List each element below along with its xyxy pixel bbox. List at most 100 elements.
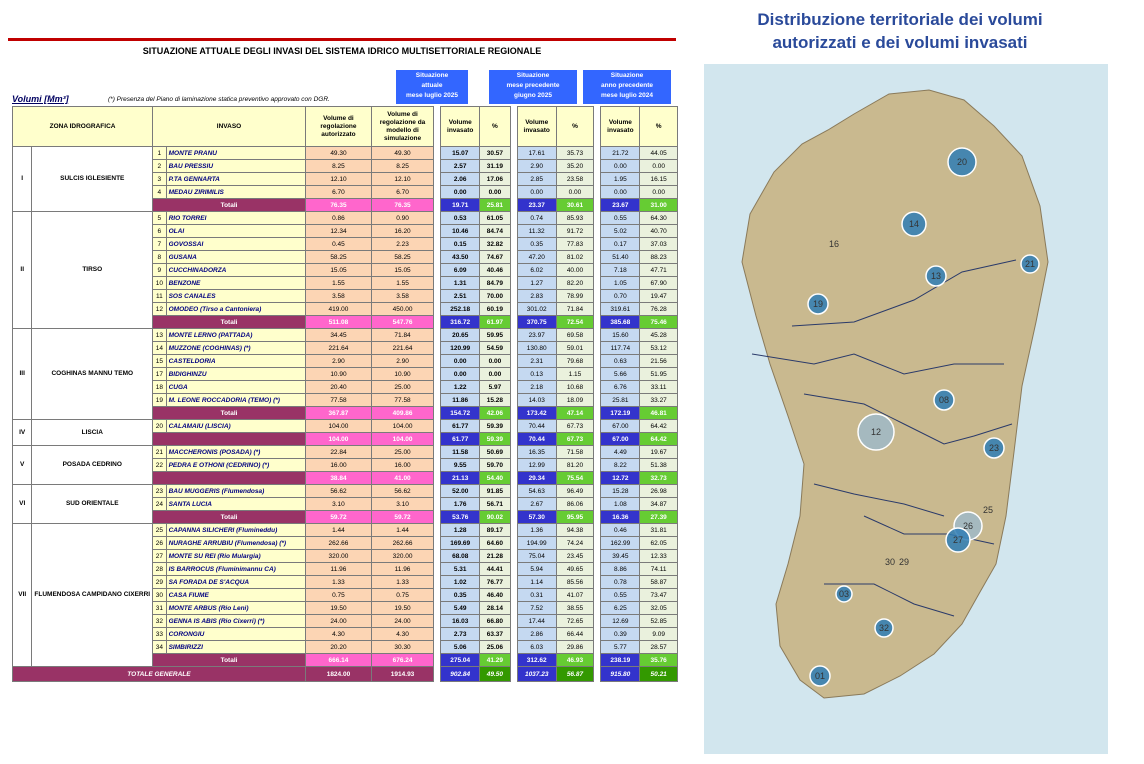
reservoir-index: 34 [152, 640, 167, 654]
current-pct: 28.14 [479, 601, 511, 615]
table-row: I SULCIS IGLESIENTE 1 MONTE PRANU 49.30 49.30… [11, 146, 678, 212]
prev-year-volume: 51.40 [600, 250, 641, 264]
marker-label: 16 [829, 239, 839, 249]
current-pct: 21.28 [479, 549, 511, 563]
current-volume: 16.03 [440, 614, 481, 628]
current-volume: 2.06 [440, 172, 481, 186]
model-volume: 16.20 [370, 224, 435, 238]
current-volume: 10.46 [440, 224, 481, 238]
current-volume: 11.86 [440, 393, 481, 407]
total-prev-year-volume: 12.72 [600, 471, 641, 485]
reservoir-index: 12 [152, 302, 167, 316]
grand-total-prev-month-volume: 1037.23 [516, 666, 557, 682]
total-prev-month-pct: 72.54 [555, 315, 595, 329]
auth-volume: 49.30 [304, 146, 373, 160]
reservoir-name: SANTA LUCIA [165, 497, 306, 511]
total-prev-month-pct: 95.95 [555, 510, 595, 524]
total-model: 547.76 [370, 315, 435, 329]
total-current-pct: 42.06 [479, 406, 511, 420]
current-pct: 70.00 [479, 289, 511, 303]
prev-year-pct: 51.38 [639, 458, 678, 472]
prev-month-volume: 2.85 [516, 172, 557, 186]
prev-year-pct: 33.11 [639, 380, 678, 394]
auth-volume: 0.45 [304, 237, 373, 251]
unit-label: Volumi [Mm³] [12, 94, 69, 104]
total-label: Totali [152, 198, 306, 212]
grand-total-model: 1914.93 [370, 666, 435, 682]
prev-year-volume: 117.74 [600, 341, 641, 355]
prev-month-volume: 2.31 [516, 354, 557, 368]
total-auth: 76.35 [304, 198, 373, 212]
total-auth: 367.87 [304, 406, 373, 420]
total-auth: 38.84 [304, 471, 373, 485]
total-current-pct: 54.40 [479, 471, 511, 485]
prev-month-pct: 29.86 [555, 640, 595, 654]
current-volume: 2.73 [440, 627, 481, 641]
prev-year-pct: 47.71 [639, 263, 678, 277]
current-pct: 44.41 [479, 562, 511, 576]
auth-volume: 221.64 [304, 341, 373, 355]
current-pct: 56.71 [479, 497, 511, 511]
reservoir-name: MONTE ARBUS (Rio Leni) [165, 601, 306, 615]
prev-year-volume: 1.05 [600, 276, 641, 290]
header-invaso: INVASO [152, 106, 306, 147]
grand-total-prev-year-volume: 915.80 [600, 666, 641, 682]
prev-year-volume: 15.28 [600, 484, 641, 498]
table-row: II TIRSO 5 RIO TORREI 0.86 0.90 0.53 61.05 0.74 8… [11, 211, 678, 329]
current-volume: 1.22 [440, 380, 481, 394]
reservoir-marker-32: 32 [874, 618, 894, 638]
current-pct: 0.00 [479, 185, 511, 199]
grand-total-auth: 1824.00 [304, 666, 373, 682]
model-volume: 25.00 [370, 445, 435, 459]
reservoir-name: BENZONE [165, 276, 306, 290]
reservoir-marker-12: 12 [857, 413, 895, 451]
prev-year-volume: 319.61 [600, 302, 641, 316]
prev-month-pct: 18.09 [555, 393, 595, 407]
zone-roman: IV [11, 419, 33, 446]
zone-name: TIRSO [31, 211, 154, 329]
total-current-volume: 275.04 [440, 653, 481, 667]
reservoir-index: 32 [152, 614, 167, 628]
prev-year-volume: 162.99 [600, 536, 641, 550]
current-volume: 1.76 [440, 497, 481, 511]
zone-name: COGHINAS MANNU TEMO [31, 328, 154, 420]
total-model: 104.00 [370, 432, 435, 446]
reservoir-index: 30 [152, 588, 167, 602]
prev-month-volume: 16.35 [516, 445, 557, 459]
current-pct: 76.77 [479, 575, 511, 589]
prev-month-pct: 67.73 [555, 419, 595, 433]
auth-volume: 12.10 [304, 172, 373, 186]
reservoir-index: 15 [152, 354, 167, 368]
current-volume: 1.02 [440, 575, 481, 589]
prev-month-pct: 0.00 [555, 185, 595, 199]
total-label [152, 432, 306, 446]
prev-month-volume: 2.67 [516, 497, 557, 511]
header-vol-2: Volume invasato [516, 106, 557, 147]
sardinia-map-svg: 201416132119120823262730 2932010325 [741, 89, 1049, 699]
table-row: VI SUD ORIENTALE 23 BAU MUGGERIS (Flumendos… [11, 484, 678, 524]
current-pct: 59.70 [479, 458, 511, 472]
total-current-volume: 19.71 [440, 198, 481, 212]
current-volume: 20.65 [440, 328, 481, 342]
prev-month-pct: 91.72 [555, 224, 595, 238]
current-pct: 84.79 [479, 276, 511, 290]
current-pct: 84.74 [479, 224, 511, 238]
prev-year-volume: 0.55 [600, 211, 641, 225]
prev-month-pct: 86.06 [555, 497, 595, 511]
prev-month-volume: 47.20 [516, 250, 557, 264]
zone-name: LISCIA [31, 419, 154, 446]
reservoir-marker-08: 08 [933, 389, 955, 411]
prev-year-pct: 0.00 [639, 159, 678, 173]
reservoir-index: 28 [152, 562, 167, 576]
reservoir-name: MACCHERONIS (POSADA) (*) [165, 445, 306, 459]
prev-month-pct: 35.20 [555, 159, 595, 173]
prev-month-pct: 72.65 [555, 614, 595, 628]
prev-month-pct: 78.99 [555, 289, 595, 303]
reservoir-index: 33 [152, 627, 167, 641]
marker-label: 19 [813, 299, 823, 309]
auth-volume: 104.00 [304, 419, 373, 433]
reservoir-index: 4 [152, 185, 167, 199]
current-volume: 6.09 [440, 263, 481, 277]
reservoir-name: PEDRA E OTHONI (CEDRINO) (*) [165, 458, 306, 472]
total-prev-year-volume: 385.68 [600, 315, 641, 329]
